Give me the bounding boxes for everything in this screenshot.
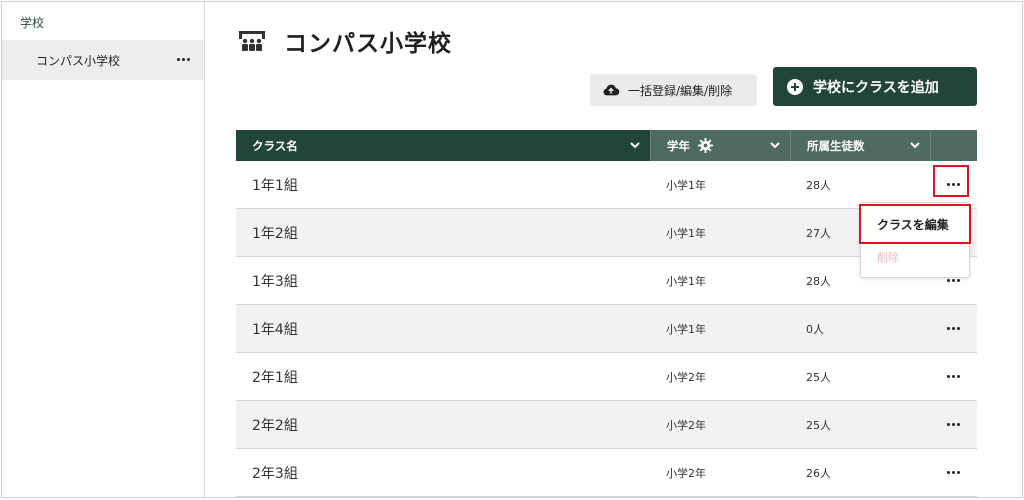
page-title: コンパス小学校 — [284, 31, 452, 57]
table-row[interactable]: 2年3組 小学2年 26人 — [236, 449, 977, 497]
grade-cell: 小学2年 — [666, 418, 706, 432]
gear-icon[interactable] — [698, 138, 713, 153]
sidebar: 学校 コンパス小学校 — [2, 2, 205, 497]
grade-cell: 小学1年 — [666, 274, 706, 288]
column-header-name[interactable]: クラス名 — [236, 130, 650, 161]
menu-item-edit-label: クラスを編集 — [877, 217, 949, 232]
class-name-cell: 1年2組 — [252, 225, 298, 242]
menu-item-edit-class[interactable]: クラスを編集 — [859, 204, 971, 244]
column-header-name-label: クラス名 — [252, 138, 298, 153]
student-count-cell: 26人 — [806, 466, 831, 480]
cloud-upload-icon — [603, 84, 620, 96]
app-window: 学校 コンパス小学校 コンパス小学校 一括登録/編集/削除 学校にクラスを追加 … — [1, 1, 1023, 498]
grade-cell: 小学1年 — [666, 178, 706, 192]
row-action-menu: クラスを編集 削除 — [859, 202, 971, 278]
column-header-actions — [930, 130, 977, 161]
student-count-cell: 25人 — [806, 418, 831, 432]
menu-item-delete-label: 削除 — [877, 251, 899, 264]
chevron-down-icon[interactable] — [770, 141, 780, 149]
sidebar-item-school[interactable]: コンパス小学校 — [2, 40, 204, 80]
class-name-cell: 1年4組 — [252, 321, 298, 338]
column-header-grade[interactable]: 学年 — [650, 130, 790, 161]
class-name-cell: 2年3組 — [252, 465, 298, 482]
student-count-cell: 25人 — [806, 370, 831, 384]
bulk-edit-button[interactable]: 一括登録/編集/削除 — [590, 74, 757, 106]
grade-cell: 小学2年 — [666, 370, 706, 384]
column-header-grade-label: 学年 — [667, 138, 690, 153]
grade-cell: 小学1年 — [666, 322, 706, 336]
bulk-edit-label: 一括登録/編集/削除 — [628, 83, 733, 98]
grade-cell: 小学1年 — [666, 226, 706, 240]
student-count-cell: 28人 — [806, 178, 831, 192]
sidebar-section-label: 学校 — [20, 16, 45, 30]
more-horizontal-icon[interactable] — [942, 463, 966, 483]
grade-cell: 小学2年 — [666, 466, 706, 480]
class-name-cell: 2年2組 — [252, 417, 298, 434]
menu-item-delete[interactable]: 削除 — [877, 249, 899, 265]
add-class-button[interactable]: 学校にクラスを追加 — [773, 67, 977, 106]
table-header: クラス名 学年 所属生徒数 — [236, 130, 977, 161]
more-horizontal-icon[interactable] — [942, 367, 966, 387]
table-row[interactable]: 2年2組 小学2年 25人 — [236, 401, 977, 449]
more-horizontal-icon[interactable] — [942, 415, 966, 435]
highlight-box — [933, 165, 969, 197]
class-table: クラス名 学年 所属生徒数 1年1組 小学1年 28人 1年2組 小学1年 27… — [236, 130, 977, 497]
student-count-cell: 0人 — [806, 322, 824, 336]
plus-circle-icon — [787, 78, 803, 95]
class-name-cell: 1年3組 — [252, 273, 298, 290]
school-icon — [239, 31, 265, 51]
class-name-cell: 2年1組 — [252, 369, 298, 386]
add-class-label: 学校にクラスを追加 — [813, 79, 939, 96]
more-horizontal-icon[interactable] — [174, 52, 192, 66]
sidebar-item-label: コンパス小学校 — [36, 53, 121, 68]
column-header-count-label: 所属生徒数 — [807, 138, 865, 153]
chevron-down-icon[interactable] — [910, 141, 920, 149]
more-horizontal-icon[interactable] — [942, 319, 966, 339]
chevron-down-icon[interactable] — [630, 141, 640, 149]
class-name-cell: 1年1組 — [252, 177, 298, 194]
table-row[interactable]: 1年4組 小学1年 0人 — [236, 305, 977, 353]
column-header-count[interactable]: 所属生徒数 — [790, 130, 930, 161]
table-row[interactable]: 2年1組 小学2年 25人 — [236, 353, 977, 401]
